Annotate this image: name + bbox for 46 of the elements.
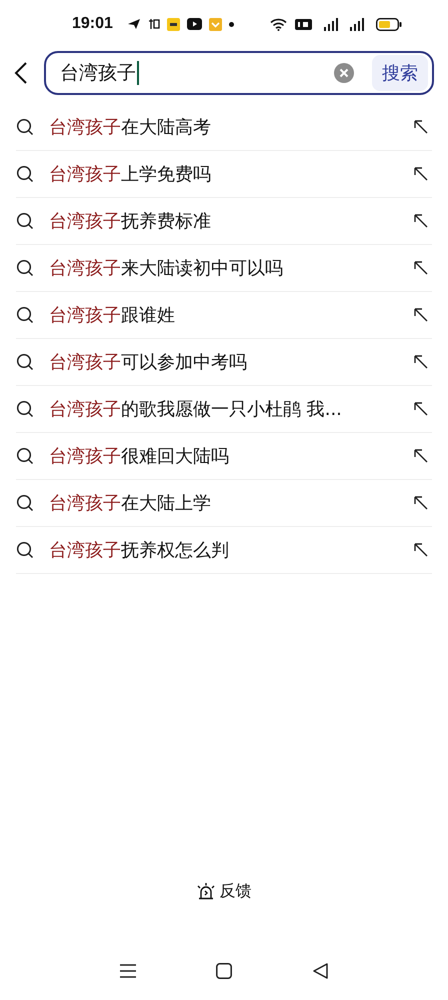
home-icon[interactable] bbox=[216, 963, 232, 979]
suggestion-item[interactable]: 台湾孩子在大陆上学 bbox=[16, 480, 432, 527]
fill-arrow-icon[interactable] bbox=[414, 449, 428, 463]
status-time: 19:01 bbox=[72, 15, 113, 33]
suggestion-item[interactable]: 台湾孩子来大陆读初中可以吗 bbox=[16, 245, 432, 292]
text-cursor bbox=[137, 61, 139, 85]
suggestion-item[interactable]: 台湾孩子在大陆高考 bbox=[16, 104, 432, 151]
fill-arrow-icon[interactable] bbox=[414, 167, 428, 181]
search-field[interactable]: 台湾孩子 搜索 bbox=[44, 51, 434, 95]
menu-icon[interactable] bbox=[120, 964, 136, 978]
search-icon bbox=[16, 494, 34, 512]
search-icon bbox=[16, 259, 34, 277]
search-icon bbox=[16, 541, 34, 559]
suggestion-item[interactable]: 台湾孩子可以参加中考吗 bbox=[16, 339, 432, 386]
suggestion-item[interactable]: 台湾孩子抚养费标准 bbox=[16, 198, 432, 245]
search-icon bbox=[16, 165, 34, 183]
back-icon[interactable] bbox=[14, 61, 28, 85]
search-icon bbox=[16, 447, 34, 465]
fill-arrow-icon[interactable] bbox=[414, 355, 428, 369]
suggestion-item[interactable]: 台湾孩子很难回大陆吗 bbox=[16, 433, 432, 480]
fill-arrow-icon[interactable] bbox=[414, 214, 428, 228]
dot-icon bbox=[228, 22, 234, 26]
suggestion-item[interactable]: 台湾孩子的歌我愿做一只小杜鹃 我... bbox=[16, 386, 432, 433]
battery-icon bbox=[376, 18, 402, 30]
suggestion-item[interactable]: 台湾孩子上学免费吗 bbox=[16, 151, 432, 198]
suggestion-item[interactable]: 台湾孩子抚养权怎么判 bbox=[16, 527, 432, 574]
video-icon bbox=[186, 18, 202, 30]
back-icon[interactable] bbox=[312, 963, 328, 979]
suggestion-item[interactable]: 台湾孩子跟谁姓 bbox=[16, 292, 432, 339]
clear-icon[interactable] bbox=[334, 63, 354, 83]
search-icon bbox=[16, 353, 34, 371]
fill-arrow-icon[interactable] bbox=[414, 402, 428, 416]
fill-arrow-icon[interactable] bbox=[414, 308, 428, 322]
search-icon bbox=[16, 212, 34, 230]
wifi-icon bbox=[270, 18, 287, 30]
search-icon bbox=[16, 400, 34, 418]
fill-arrow-icon[interactable] bbox=[414, 496, 428, 510]
search-button[interactable]: 搜索 bbox=[372, 55, 428, 91]
alarm-icon bbox=[196, 883, 214, 900]
fill-arrow-icon[interactable] bbox=[414, 543, 428, 557]
search-icon bbox=[16, 306, 34, 324]
fill-arrow-icon[interactable] bbox=[414, 120, 428, 134]
feedback-button[interactable]: 反馈 bbox=[196, 881, 252, 902]
send-icon bbox=[126, 18, 141, 30]
fill-arrow-icon[interactable] bbox=[414, 261, 428, 275]
search-icon bbox=[16, 118, 34, 136]
